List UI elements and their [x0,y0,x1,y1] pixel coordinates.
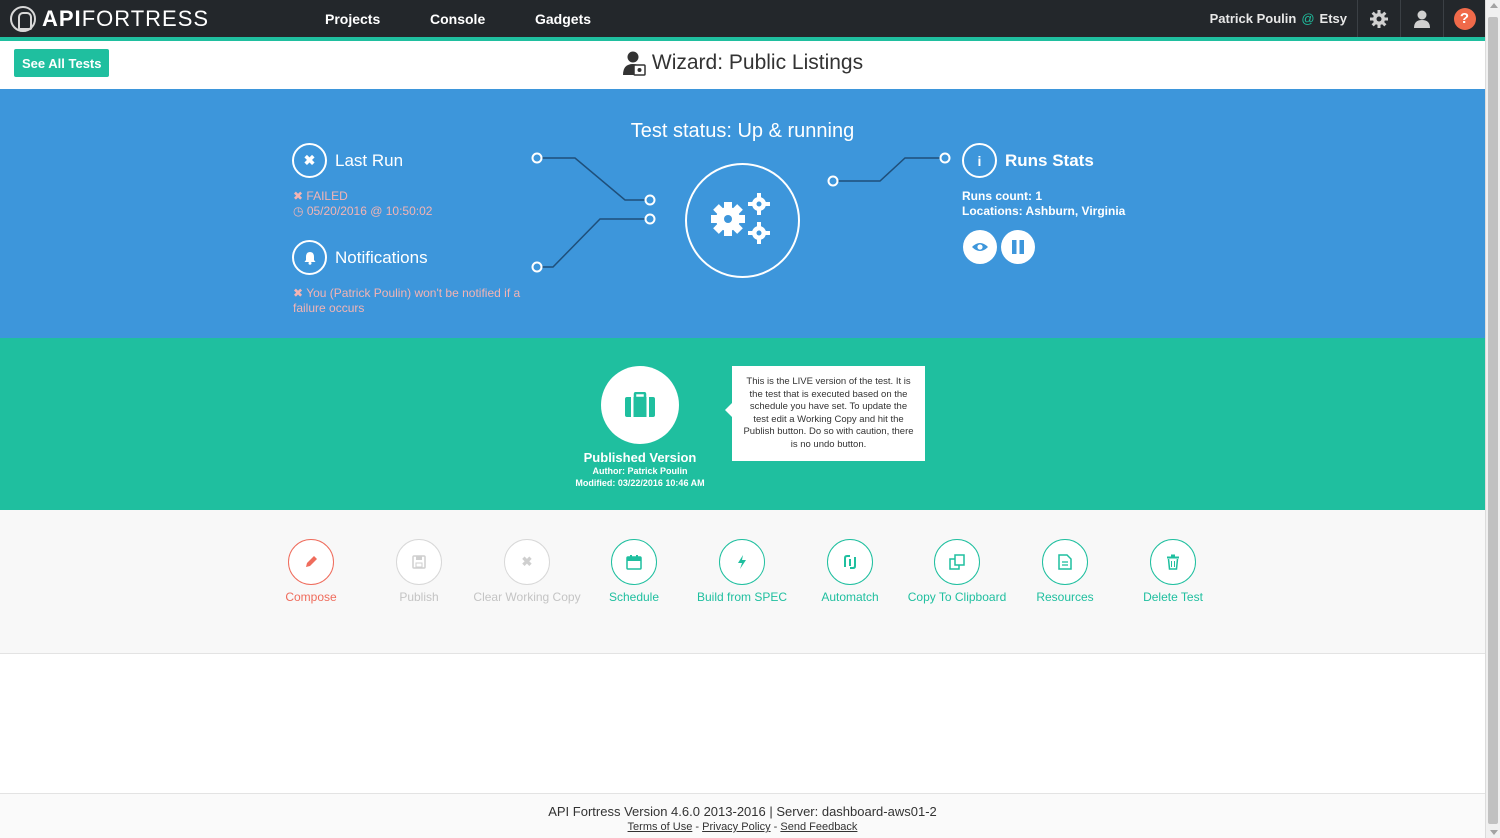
copy-icon [934,539,980,585]
page-scrollbar[interactable] [1485,0,1500,838]
schedule-action[interactable]: Schedule [574,539,694,605]
automatch-action[interactable]: Automatch [790,539,910,605]
build-from-spec-label: Build from SPEC [696,590,788,604]
no-notify-x-icon: ✖ [293,286,304,300]
pencil-icon [288,539,334,585]
page-footer: API Fortress Version 4.6.0 2013-2016 | S… [0,793,1485,838]
resources-action[interactable]: Resources [1005,539,1125,605]
document-icon [1042,539,1088,585]
compose-action[interactable]: Compose [251,539,371,605]
published-author: Author: Patrick Poulin [592,466,688,476]
publish-action[interactable]: Publish [359,539,479,605]
copy-to-clipboard-label: Copy To Clipboard [907,590,1007,604]
clock-icon: ◷ [293,204,304,218]
eye-icon [972,243,988,251]
save-icon [396,539,442,585]
privacy-policy-link[interactable]: Privacy Policy [702,821,770,833]
failed-x-icon: ✖ [293,189,304,203]
status-gears-circle [685,163,800,278]
bell-icon [292,240,327,275]
clear-working-copy-label: Clear Working Copy [473,590,581,604]
runs-count: Runs count: 1 [962,189,1042,203]
last-run-date: ◷ 05/20/2016 @ 10:50:02 [293,204,433,218]
published-modified: Modified: 03/22/2016 10:46 AM [575,478,705,488]
locations: Locations: Ashburn, Virginia [962,204,1126,218]
published-version-tooltip: This is the LIVE version of the test. It… [725,366,925,461]
last-run-result: ✖ FAILED [293,189,348,203]
delete-test-label: Delete Test [1143,590,1203,604]
clear-working-copy-action[interactable]: ✖ Clear Working Copy [467,539,587,605]
runs-stats-title: Runs Stats [1005,151,1094,170]
trash-icon [1150,539,1196,585]
published-version-title: Published Version [583,450,697,465]
compose-label: Compose [285,590,337,604]
automatch-icon [827,539,873,585]
notifications-title: Notifications [335,248,428,267]
copy-to-clipboard-action[interactable]: Copy To Clipboard [897,539,1017,605]
gears-icon [711,193,770,244]
scroll-thumb[interactable] [1488,17,1498,824]
pause-runs-button[interactable] [1001,230,1035,264]
send-feedback-link[interactable]: Send Feedback [780,821,857,833]
times-icon: ✖ [292,143,327,178]
bolt-icon [719,539,765,585]
info-icon: i [962,143,997,178]
close-icon: ✖ [504,539,550,585]
view-runs-button[interactable] [963,230,997,264]
briefcase-icon [625,392,655,417]
scroll-down-arrow-icon[interactable] [1490,830,1498,835]
published-version-button[interactable] [601,366,679,444]
notifications-text: ✖ You (Patrick Poulin) won't be notified… [293,286,521,315]
terms-of-use-link[interactable]: Terms of Use [628,821,693,833]
delete-test-action[interactable]: Delete Test [1113,539,1233,605]
footer-links: Terms of Use - Privacy Policy - Send Fee… [627,821,858,833]
build-from-spec-action[interactable]: Build from SPEC [682,539,802,605]
calendar-icon [611,539,657,585]
last-run-title: Last Run [335,151,404,170]
version-info: API Fortress Version 4.6.0 2013-2016 | S… [548,804,937,819]
scroll-up-arrow-icon[interactable] [1490,3,1498,8]
automatch-label: Automatch [821,590,879,604]
pause-icon [1012,240,1024,254]
schedule-label: Schedule [608,590,660,604]
resources-label: Resources [1036,590,1094,604]
publish-label: Publish [399,590,439,604]
